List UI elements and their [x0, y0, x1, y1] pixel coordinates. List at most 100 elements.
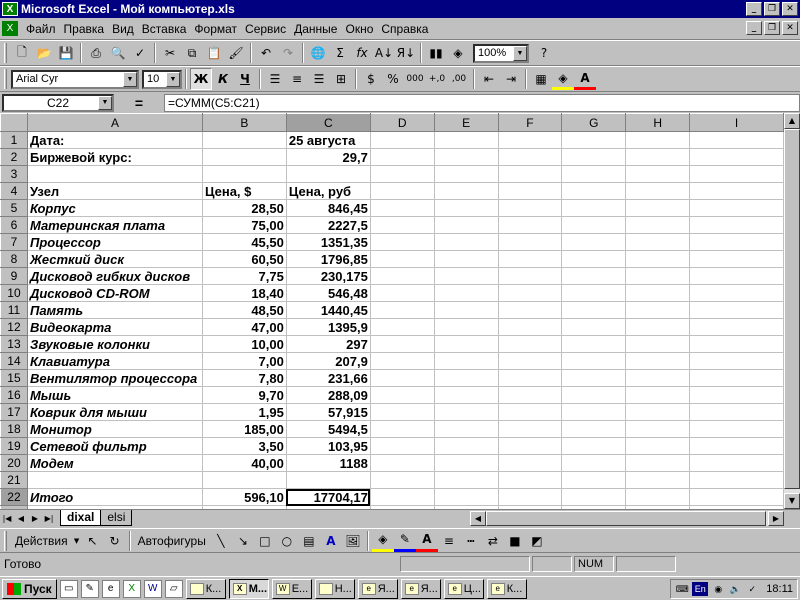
column-header[interactable]: A — [26, 113, 203, 132]
cell-c[interactable]: 1351,35 — [285, 233, 371, 251]
formula-input[interactable]: =СУММ(C5:C21) — [164, 94, 800, 112]
empty-cell[interactable] — [433, 233, 499, 251]
format-painter-icon[interactable]: 🖌 — [225, 42, 247, 64]
row-header[interactable]: 2 — [0, 148, 28, 166]
empty-cell[interactable] — [369, 403, 435, 421]
chevron-down-icon[interactable]: ▼ — [123, 71, 137, 87]
cell-a[interactable]: Материнская плата — [26, 216, 203, 234]
cell-c[interactable] — [285, 471, 371, 489]
function-icon[interactable]: fx — [351, 42, 373, 64]
empty-cell[interactable] — [497, 471, 563, 489]
cell-c[interactable]: 57,915 — [285, 403, 371, 421]
row-header[interactable]: 15 — [0, 369, 28, 387]
row-header[interactable]: 3 — [0, 165, 28, 183]
empty-cell[interactable] — [369, 233, 435, 251]
empty-cell[interactable] — [561, 420, 627, 438]
empty-cell[interactable] — [689, 386, 784, 404]
empty-cell[interactable] — [433, 352, 499, 370]
column-header[interactable]: B — [201, 113, 287, 132]
cell-c[interactable]: 230,175 — [285, 267, 371, 285]
empty-cell[interactable] — [497, 182, 563, 200]
keyboard-icon[interactable]: ⌨ — [675, 582, 689, 596]
cut-icon[interactable]: ✂ — [159, 42, 181, 64]
column-header[interactable]: E — [433, 113, 499, 132]
cell-c[interactable]: 297 — [285, 335, 371, 353]
empty-cell[interactable] — [689, 131, 784, 149]
empty-cell[interactable] — [433, 403, 499, 421]
empty-cell[interactable] — [561, 216, 627, 234]
italic-button[interactable]: К — [212, 68, 234, 90]
empty-cell[interactable] — [433, 318, 499, 336]
empty-cell[interactable] — [689, 233, 784, 251]
cell-c[interactable]: 1440,45 — [285, 301, 371, 319]
scroll-right-icon[interactable]: ▶ — [768, 511, 784, 526]
empty-cell[interactable] — [561, 301, 627, 319]
empty-cell[interactable] — [497, 216, 563, 234]
cell-b[interactable]: 47,00 — [201, 318, 287, 336]
task-button-browser[interactable]: e Ц... — [443, 578, 484, 599]
empty-cell[interactable] — [625, 148, 691, 166]
minimize-button[interactable]: _ — [746, 2, 762, 16]
doc-restore-button[interactable]: ❐ — [764, 21, 780, 35]
cell-a[interactable]: Дисковод CD-ROM — [26, 284, 203, 302]
empty-cell[interactable] — [625, 165, 691, 183]
empty-cell[interactable] — [369, 148, 435, 166]
fill-color-icon[interactable]: ◈ — [552, 68, 574, 90]
empty-cell[interactable] — [561, 131, 627, 149]
close-button[interactable]: ✕ — [782, 2, 798, 16]
map-icon[interactable]: ◈ — [447, 42, 469, 64]
align-left-icon[interactable]: ☰ — [264, 68, 286, 90]
row-header[interactable]: 10 — [0, 284, 28, 302]
empty-cell[interactable] — [433, 199, 499, 217]
cell-c[interactable]: 17704,17 — [285, 488, 371, 506]
cell-a[interactable]: Мышь — [26, 386, 203, 404]
empty-cell[interactable] — [689, 199, 784, 217]
select-all-button[interactable] — [0, 113, 28, 132]
network-icon[interactable]: ◉ — [711, 582, 725, 596]
empty-cell[interactable] — [369, 318, 435, 336]
empty-cell[interactable] — [369, 267, 435, 285]
row-header[interactable]: 6 — [0, 216, 28, 234]
prev-sheet-icon[interactable]: ◀ — [14, 511, 28, 526]
cell-a[interactable]: Сетевой фильтр — [26, 437, 203, 455]
empty-cell[interactable] — [369, 165, 435, 183]
cell-c[interactable]: 207,9 — [285, 352, 371, 370]
underline-button[interactable]: Ч — [234, 68, 256, 90]
cell-a[interactable] — [26, 165, 203, 183]
empty-cell[interactable] — [497, 148, 563, 166]
cell-a[interactable]: Звуковые колонки — [26, 335, 203, 353]
row-header[interactable]: 9 — [0, 267, 28, 285]
empty-cell[interactable] — [369, 369, 435, 387]
empty-cell[interactable] — [689, 182, 784, 200]
open-icon[interactable]: 📂 — [33, 42, 55, 64]
chevron-down-icon[interactable]: ▼ — [166, 71, 180, 87]
empty-cell[interactable] — [625, 131, 691, 149]
empty-cell[interactable] — [561, 352, 627, 370]
select-objects-icon[interactable]: ↖ — [82, 530, 104, 552]
undo-icon[interactable]: ↶ — [255, 42, 277, 64]
scroll-thumb[interactable] — [784, 129, 800, 489]
menu-format[interactable]: Формат — [190, 22, 241, 36]
column-header[interactable]: F — [497, 113, 563, 132]
volume-icon[interactable]: 🔈 — [728, 582, 742, 596]
empty-cell[interactable] — [625, 352, 691, 370]
cell-b[interactable]: 9,70 — [201, 386, 287, 404]
cell-a[interactable] — [26, 471, 203, 489]
task-button-app[interactable]: Н... — [314, 578, 355, 599]
empty-cell[interactable] — [497, 165, 563, 183]
font-color-icon[interactable]: A — [574, 68, 596, 90]
actions-menu[interactable]: Действия — [11, 534, 72, 548]
workbook-icon[interactable]: X — [2, 21, 18, 36]
row-header[interactable]: 5 — [0, 199, 28, 217]
line-style-icon[interactable]: ≡ — [438, 530, 460, 552]
oval-icon[interactable]: ○ — [276, 530, 298, 552]
empty-cell[interactable] — [689, 352, 784, 370]
empty-cell[interactable] — [497, 284, 563, 302]
empty-cell[interactable] — [497, 352, 563, 370]
last-sheet-icon[interactable]: ▶| — [42, 511, 56, 526]
cell-b[interactable]: 60,50 — [201, 250, 287, 268]
empty-cell[interactable] — [561, 250, 627, 268]
edit-formula-button[interactable]: = — [114, 95, 164, 111]
cell-a[interactable]: Дисковод гибких дисков — [26, 267, 203, 285]
decrease-indent-icon[interactable]: ⇤ — [478, 68, 500, 90]
